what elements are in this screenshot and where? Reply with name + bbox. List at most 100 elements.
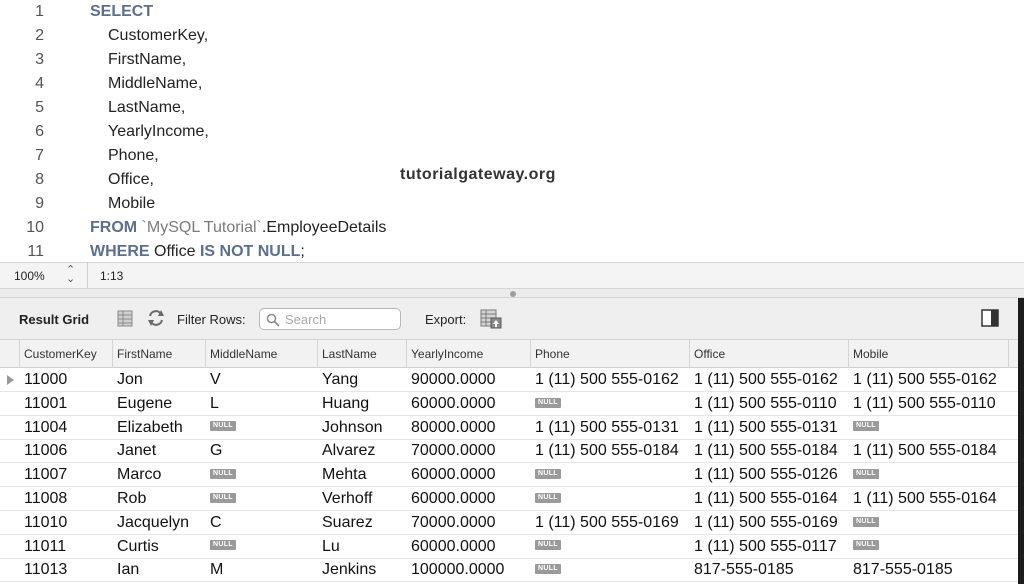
table-cell-customerkey[interactable]: 11004 <box>20 416 113 440</box>
column-header-office[interactable]: Office <box>690 340 849 368</box>
table-cell-middlename[interactable]: NULL <box>206 535 318 559</box>
column-header-customerkey[interactable]: CustomerKey <box>20 340 113 368</box>
table-row[interactable]: 11013 Ian M Jenkins 100000.0000 NULL 817-555-0… <box>0 558 1018 583</box>
table-cell-mobile[interactable]: NULL <box>849 463 1009 487</box>
table-cell-firstname[interactable]: Marco <box>113 463 206 487</box>
row-marker[interactable] <box>0 558 20 582</box>
row-marker[interactable] <box>0 392 20 416</box>
code-line-10[interactable]: FROM `MySQL Tutorial`.EmployeeDetails <box>90 216 386 240</box>
table-cell-customerkey[interactable]: 11008 <box>20 487 113 511</box>
table-cell-office[interactable]: 1 (11) 500 555-0184 <box>690 439 849 463</box>
table-cell-lastname[interactable]: Yang <box>318 368 407 392</box>
table-cell-middlename[interactable]: V <box>206 368 318 392</box>
table-cell-firstname[interactable]: Rob <box>113 487 206 511</box>
table-cell-firstname[interactable]: Janet <box>113 439 206 463</box>
zoom-select[interactable]: 100% ⌃ ⌄ <box>0 263 88 288</box>
refresh-icon[interactable] <box>146 309 166 327</box>
toggle-side-panel-icon[interactable] <box>981 309 999 327</box>
table-cell-customerkey[interactable]: 11013 <box>20 558 113 582</box>
sql-editor[interactable]: 1 2 3 4 5 6 7 8 9 10 11 SELECT CustomerK… <box>0 0 1024 262</box>
table-cell-yearlyincome[interactable]: 60000.0000 <box>407 535 531 559</box>
table-cell-firstname[interactable]: Jon <box>113 368 206 392</box>
table-cell-lastname[interactable]: Verhoff <box>318 487 407 511</box>
table-cell-customerkey[interactable]: 11000 <box>20 368 113 392</box>
table-cell-mobile[interactable]: NULL <box>849 511 1009 535</box>
table-cell-customerkey[interactable]: 11001 <box>20 392 113 416</box>
table-cell-yearlyincome[interactable]: 60000.0000 <box>407 487 531 511</box>
row-marker[interactable] <box>0 463 20 487</box>
table-cell-mobile[interactable]: 1 (11) 500 555-0184 <box>849 439 1009 463</box>
column-header-yearlyincome[interactable]: YearlyIncome <box>407 340 531 368</box>
row-marker[interactable] <box>0 511 20 535</box>
table-cell-mobile[interactable]: 817-555-0185 <box>849 558 1009 582</box>
table-cell-phone[interactable]: NULL <box>531 558 690 582</box>
code-line-4[interactable]: MiddleName, <box>108 72 202 96</box>
column-header-mobile[interactable]: Mobile <box>849 340 1009 368</box>
table-cell-customerkey[interactable]: 11006 <box>20 439 113 463</box>
table-cell-yearlyincome[interactable]: 60000.0000 <box>407 392 531 416</box>
table-cell-middlename[interactable]: L <box>206 392 318 416</box>
table-cell-lastname[interactable]: Huang <box>318 392 407 416</box>
table-row[interactable]: 11010 Jacquelyn C Suarez 70000.0000 1 (11) 50… <box>0 511 1018 535</box>
table-cell-customerkey[interactable]: 11010 <box>20 511 113 535</box>
column-header-phone[interactable]: Phone <box>531 340 690 368</box>
table-cell-lastname[interactable]: Suarez <box>318 511 407 535</box>
filter-search-input[interactable] <box>285 311 395 328</box>
table-cell-office[interactable]: 1 (11) 500 555-0117 <box>690 535 849 559</box>
code-line-1[interactable]: SELECT <box>90 0 153 24</box>
table-cell-lastname[interactable]: Alvarez <box>318 439 407 463</box>
table-cell-phone[interactable]: NULL <box>531 487 690 511</box>
table-cell-office[interactable]: 1 (11) 500 555-0162 <box>690 368 849 392</box>
table-row[interactable]: 11001 Eugene L Huang 60000.0000 NULL 1 (11) 50… <box>0 392 1018 416</box>
table-cell-office[interactable]: 1 (11) 500 555-0169 <box>690 511 849 535</box>
table-cell-yearlyincome[interactable]: 70000.0000 <box>407 511 531 535</box>
row-marker[interactable] <box>0 535 20 559</box>
row-marker[interactable] <box>0 439 20 463</box>
table-cell-firstname[interactable]: Eugene <box>113 392 206 416</box>
table-row[interactable]: 11006 Janet G Alvarez 70000.0000 1 (11) 500 5… <box>0 439 1018 464</box>
table-cell-middlename[interactable]: C <box>206 511 318 535</box>
code-line-9[interactable]: Mobile <box>108 192 155 216</box>
table-row[interactable]: 11011 Curtis NULL Lu 60000.0000 NULL 1 (11) 50… <box>0 535 1018 559</box>
table-cell-phone[interactable]: 1 (11) 500 555-0169 <box>531 511 690 535</box>
filter-search-box[interactable] <box>259 308 401 330</box>
row-marker[interactable] <box>0 368 20 392</box>
table-cell-phone[interactable]: 1 (11) 500 555-0162 <box>531 368 690 392</box>
table-cell-firstname[interactable]: Elizabeth <box>113 416 206 440</box>
zoom-stepper-icon[interactable]: ⌃ ⌄ <box>66 265 75 285</box>
table-cell-office[interactable]: 1 (11) 500 555-0131 <box>690 416 849 440</box>
column-header-middlename[interactable]: MiddleName <box>206 340 318 368</box>
table-cell-phone[interactable]: 1 (11) 500 555-0184 <box>531 439 690 463</box>
code-line-7[interactable]: Phone, <box>108 144 159 168</box>
table-cell-yearlyincome[interactable]: 80000.0000 <box>407 416 531 440</box>
table-cell-mobile[interactable]: NULL <box>849 416 1009 440</box>
row-marker[interactable] <box>0 416 20 440</box>
table-cell-middlename[interactable]: M <box>206 558 318 582</box>
code-line-11[interactable]: WHERE Office IS NOT NULL; <box>90 240 305 264</box>
table-row[interactable]: 11008 Rob NULL Verhoff 60000.0000 NULL 1 (11) … <box>0 487 1018 511</box>
table-cell-lastname[interactable]: Johnson <box>318 416 407 440</box>
code-line-8[interactable]: Office, <box>108 168 154 192</box>
table-cell-office[interactable]: 1 (11) 500 555-0110 <box>690 392 849 416</box>
table-cell-yearlyincome[interactable]: 90000.0000 <box>407 368 531 392</box>
table-cell-middlename[interactable]: NULL <box>206 416 318 440</box>
table-cell-office[interactable]: 1 (11) 500 555-0126 <box>690 463 849 487</box>
table-cell-firstname[interactable]: Ian <box>113 558 206 582</box>
table-row[interactable]: 11004 Elizabeth NULL Johnson 80000.0000 1 (11… <box>0 416 1018 440</box>
table-cell-phone[interactable]: NULL <box>531 463 690 487</box>
table-cell-middlename[interactable]: NULL <box>206 487 318 511</box>
table-cell-phone[interactable]: NULL <box>531 535 690 559</box>
code-line-2[interactable]: CustomerKey, <box>108 24 208 48</box>
code-line-3[interactable]: FirstName, <box>108 48 186 72</box>
table-cell-yearlyincome[interactable]: 70000.0000 <box>407 439 531 463</box>
column-header-lastname[interactable]: LastName <box>318 340 407 368</box>
table-cell-office[interactable]: 817-555-0185 <box>690 558 849 582</box>
table-cell-customerkey[interactable]: 11007 <box>20 463 113 487</box>
table-cell-mobile[interactable]: 1 (11) 500 555-0164 <box>849 487 1009 511</box>
table-cell-mobile[interactable]: NULL <box>849 535 1009 559</box>
grid-view-icon[interactable] <box>117 310 133 327</box>
table-cell-customerkey[interactable]: 11011 <box>20 535 113 559</box>
export-icon[interactable] <box>480 308 502 329</box>
table-cell-middlename[interactable]: G <box>206 439 318 463</box>
row-marker[interactable] <box>0 487 20 511</box>
